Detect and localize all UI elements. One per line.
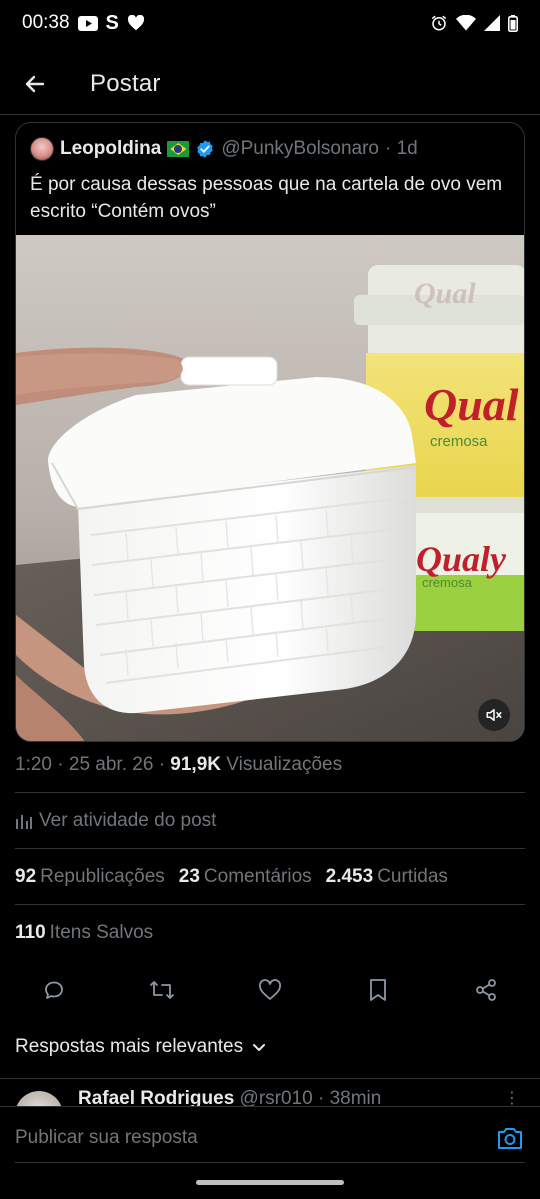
saved-stat[interactable]: 110 Itens Salvos [15,922,153,944]
saved-count: 110 [15,922,46,943]
composer-underline [15,1162,525,1163]
reply-author-handle[interactable]: @rsr010 [240,1088,313,1108]
speaker-muted-icon [486,709,502,721]
svg-text:cremosa: cremosa [422,575,473,590]
reply-time: · 38min [317,1088,382,1108]
replies-sort-dropdown[interactable]: Respostas mais relevantes [15,1036,267,1058]
comments-stat[interactable]: 23 Comentários [179,866,312,888]
wifi-icon [456,15,476,31]
repost-button[interactable] [148,976,176,1004]
reposts-label: Republicações [40,866,165,887]
reply-input[interactable]: Publicar sua resposta [15,1127,198,1149]
post-video[interactable]: Qual Qual cremosa Qualy cremosa [16,235,524,741]
reposts-count: 92 [15,866,37,887]
s-icon: S [105,11,119,34]
header-divider [0,114,540,115]
battery-icon [508,14,518,32]
divider [0,1078,540,1079]
back-button[interactable] [0,58,70,110]
quoted-post-text: É por causa dessas pessoas que na cartel… [30,174,503,222]
page-title: Postar [90,70,161,97]
camera-button[interactable] [496,1125,524,1151]
post-activity-link[interactable]: Ver atividade do post [15,810,216,832]
author-handle[interactable]: @PunkyBolsonaro [221,138,379,160]
post-date: 25 abr. 26 [68,754,154,775]
post-meta: 1:20 · 25 abr. 26 · 91,9K Visualizações [15,754,342,776]
status-bar: 00:38 S [0,0,540,46]
likes-stat[interactable]: 2.453 Curtidas [326,866,448,888]
avatar[interactable] [30,137,54,161]
reply-item[interactable]: Rafael Rodrigues @rsr010 · 38min ⋮ [0,1086,540,1108]
more-options-icon[interactable]: ⋮ [504,1088,520,1108]
divider [15,904,525,905]
alarm-icon [430,14,448,32]
views-label[interactable]: Visualizações [226,754,342,775]
post-action-bar [0,972,540,1008]
bookmark-icon [370,979,386,1001]
quoted-post-card[interactable]: Leopoldina @PunkyBolsonaro · 1d É por ca… [15,122,525,742]
divider [15,792,525,793]
arrow-left-icon [25,75,45,93]
reply-icon [45,981,63,999]
app-header: Postar [0,58,540,110]
post-time: 1:20 [15,754,52,775]
like-icon [259,979,281,1000]
views-count[interactable]: 91,9K [170,754,221,775]
svg-text:Qual: Qual [414,277,476,310]
meta-separator: · [57,754,64,775]
home-indicator[interactable] [196,1180,344,1185]
divider [15,848,525,849]
svg-text:Qual: Qual [424,379,519,430]
white-basket-box [48,356,417,714]
reply-author-name[interactable]: Rafael Rodrigues [78,1088,234,1108]
svg-text:Qualy: Qualy [416,539,507,579]
chevron-down-icon [253,1044,266,1051]
post-stats: 92 Republicações 23 Comentários 2.453 Curti… [15,866,448,888]
reply-header: Rafael Rodrigues @rsr010 · 38min [78,1088,381,1108]
sort-label: Respostas mais relevantes [15,1036,244,1057]
brazil-flag-icon [167,141,190,157]
camera-icon [498,1128,522,1149]
activity-label: Ver atividade do post [39,810,217,831]
reposts-stat[interactable]: 92 Republicações [15,866,165,888]
post-time-ago: · 1d [384,138,418,159]
signal-icon [484,15,500,31]
status-time: 00:38 [22,12,70,33]
comments-label: Comentários [203,866,312,887]
verified-badge-icon [195,139,215,159]
mute-button[interactable] [478,699,510,731]
share-icon [476,979,496,1001]
author-name[interactable]: Leopoldina [60,138,161,160]
heart-icon [127,15,145,31]
analytics-icon [16,815,32,829]
likes-label: Curtidas [377,866,448,887]
likes-count: 2.453 [325,866,374,887]
meta-separator: · [158,754,166,775]
svg-text:cremosa: cremosa [430,433,488,450]
share-button[interactable] [472,976,500,1004]
comments-count: 23 [178,866,200,887]
repost-icon [150,981,174,999]
reply-button[interactable] [40,976,68,1004]
bookmark-button[interactable] [364,976,392,1004]
saved-label: Itens Salvos [49,922,154,943]
video-frame: Qual Qual cremosa Qualy cremosa [16,235,524,741]
like-button[interactable] [256,976,284,1004]
quoted-post-header: Leopoldina @PunkyBolsonaro · 1d [30,137,418,161]
reply-composer: Publicar sua resposta [0,1106,540,1164]
youtube-icon [77,15,98,31]
